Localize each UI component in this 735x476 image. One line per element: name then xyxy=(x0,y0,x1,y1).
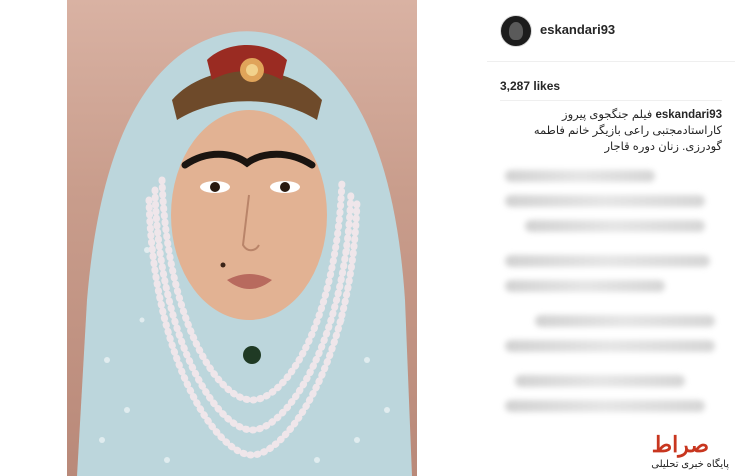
post-side-panel: eskandari93 3,287 likes eskandari93 فیلم… xyxy=(487,0,735,476)
watermark-text: پایگاه خبری تحلیلی xyxy=(651,459,729,470)
caption-username-link[interactable]: eskandari93 xyxy=(656,109,723,121)
blurred-comment xyxy=(505,280,665,292)
blurred-comment xyxy=(535,315,715,327)
watermark: صراط پایگاه خبری تحلیلی xyxy=(609,432,729,472)
username-link[interactable]: eskandari93 xyxy=(540,22,615,37)
portrait-illustration xyxy=(77,31,412,476)
post-caption: eskandari93 فیلم جنگجوی پیروز کاراستادمج… xyxy=(500,107,722,155)
post-photo[interactable] xyxy=(67,0,417,476)
blurred-comment xyxy=(525,220,705,232)
avatar[interactable] xyxy=(500,15,532,47)
post-header: eskandari93 xyxy=(487,0,735,62)
blurred-comment xyxy=(505,195,705,207)
blurred-comment xyxy=(505,255,710,267)
blurred-comment xyxy=(505,340,715,352)
divider xyxy=(500,100,722,101)
blurred-comment xyxy=(505,400,705,412)
likes-count[interactable]: 3,287 likes xyxy=(500,79,560,93)
blurred-comment xyxy=(505,170,655,182)
comments-blurred xyxy=(495,150,727,460)
blurred-comment xyxy=(515,375,685,387)
watermark-logo: صراط xyxy=(651,432,709,458)
